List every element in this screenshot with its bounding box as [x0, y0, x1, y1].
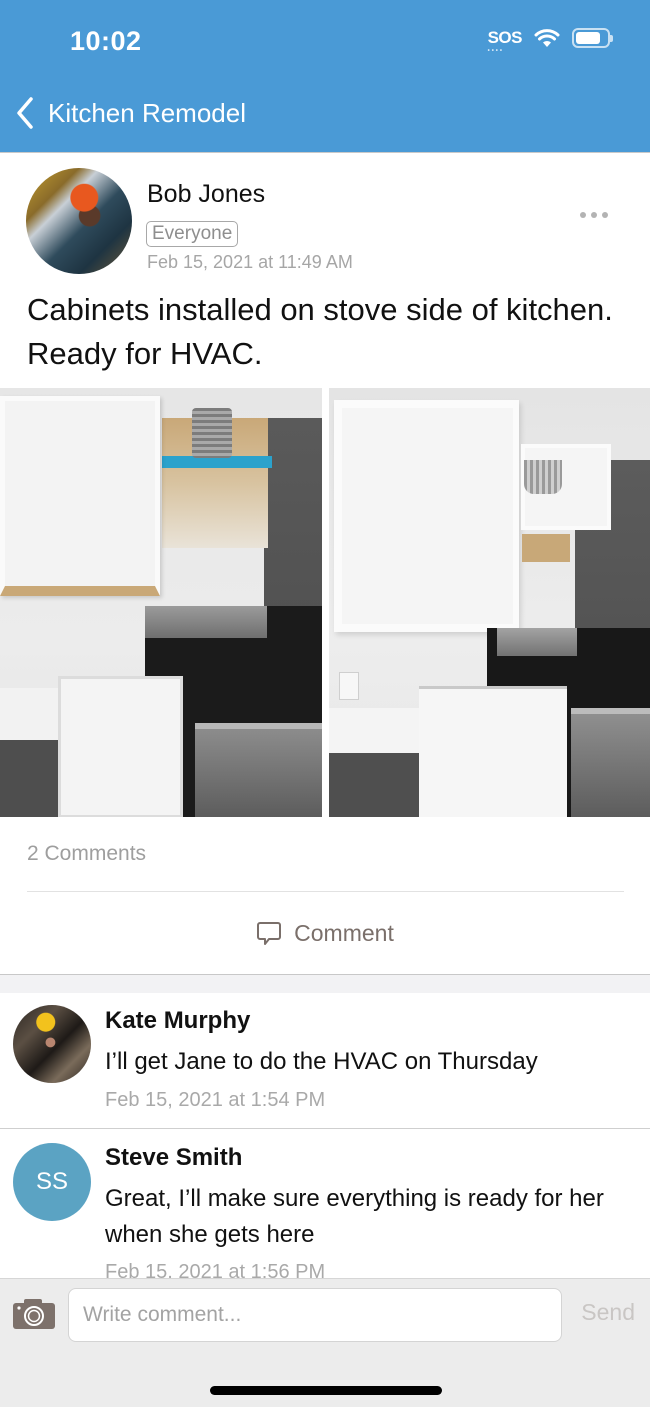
comment-item: Kate Murphy I’ll get Jane to do the HVAC…	[0, 993, 650, 1129]
camera-icon[interactable]	[12, 1298, 56, 1330]
more-options-button[interactable]	[580, 212, 608, 218]
chevron-left-icon	[17, 97, 33, 129]
wifi-icon	[534, 29, 560, 47]
audience-badge: Everyone	[146, 221, 239, 247]
post-author-name[interactable]: Bob Jones	[147, 180, 265, 209]
post-photo-2[interactable]	[328, 388, 650, 817]
post-timestamp: Feb 15, 2021 at 11:49 AM	[147, 252, 353, 272]
battery-icon	[572, 28, 613, 48]
commenter-avatar[interactable]	[13, 1005, 91, 1083]
commenter-name[interactable]: Steve Smith	[105, 1144, 242, 1172]
commenter-avatar[interactable]: SS	[13, 1143, 91, 1221]
ellipsis-icon-dot	[591, 212, 597, 218]
comment-timestamp: Feb 15, 2021 at 1:56 PM	[105, 1261, 326, 1278]
speech-bubble-icon	[257, 922, 282, 945]
back-button[interactable]: Kitchen Remodel	[14, 96, 246, 130]
status-time: 10:02	[70, 26, 142, 56]
sos-icon: SOS ••••	[487, 28, 523, 54]
app-header: 10:02 SOS •••• Kitchen Remodel	[0, 0, 650, 153]
signal-dots: ••••	[487, 48, 504, 54]
status-icons: SOS ••••	[487, 28, 613, 54]
home-indicator	[210, 1386, 442, 1395]
avatar-initials: SS	[35, 1168, 68, 1195]
comment-item: SS Steve Smith Great, I’ll make sure eve…	[0, 1130, 650, 1278]
comment-button-label: Comment	[294, 919, 394, 946]
comment-text: Great, I’ll make sure everything is read…	[105, 1185, 604, 1248]
battery-level	[576, 32, 600, 44]
comment-composer: Send	[0, 1278, 650, 1407]
post-photo-1[interactable]	[0, 388, 322, 817]
nav-title: Kitchen Remodel	[48, 97, 246, 128]
comment-timestamp: Feb 15, 2021 at 1:54 PM	[105, 1089, 326, 1111]
photo-gallery	[0, 388, 650, 817]
commenter-name[interactable]: Kate Murphy	[105, 1007, 250, 1035]
ellipsis-icon-dot	[580, 212, 586, 218]
divider	[27, 891, 624, 892]
comment-text: I’ll get Jane to do the HVAC on Thursday	[105, 1048, 538, 1075]
carrier-label: SOS	[487, 28, 523, 47]
ellipsis-icon-dot	[602, 212, 608, 218]
send-button[interactable]: Send	[581, 1299, 635, 1326]
author-avatar[interactable]	[26, 168, 132, 274]
comment-input[interactable]	[68, 1288, 562, 1342]
comment-count[interactable]: 2 Comments	[27, 842, 146, 866]
section-separator	[0, 974, 650, 993]
comment-button[interactable]: Comment	[0, 911, 650, 955]
post-text: Cabinets installed on stove side of kitc…	[27, 292, 613, 371]
